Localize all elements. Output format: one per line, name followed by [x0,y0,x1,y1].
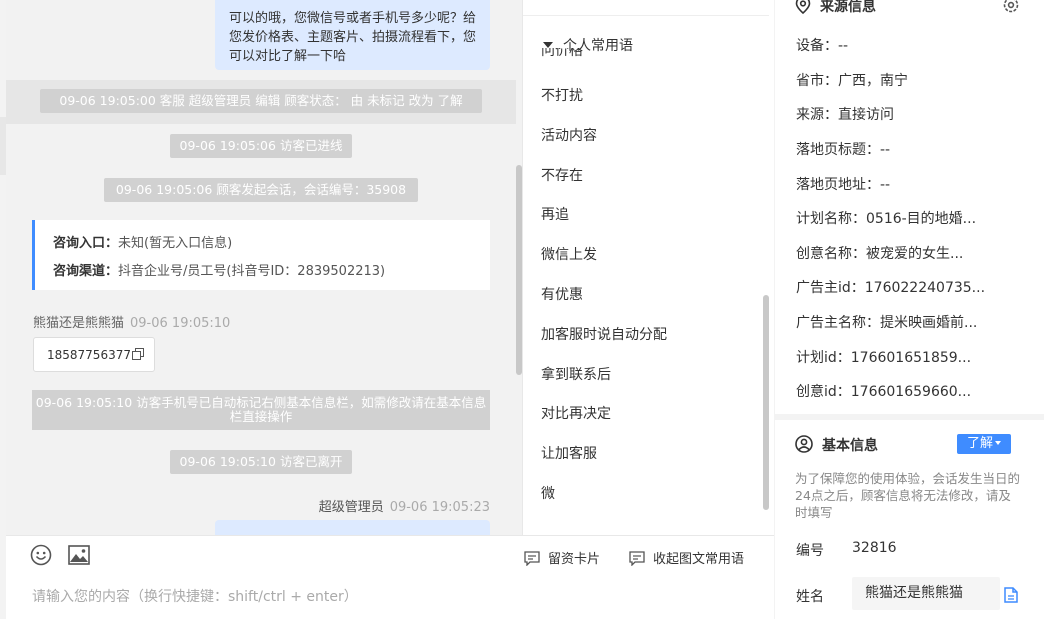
agent-name: 超级管理员 [318,500,384,515]
location-pin-icon [795,0,811,15]
agent-message-time: 09-06 19:05:23 [389,500,490,515]
visitor-message-time: 09-06 19:05:10 [130,316,231,331]
consult-channel-row: 咨询渠道：抖音企业号/员工号(抖音号ID：2839502213) [53,258,490,286]
visitor-phone-bubble: 18587756377 [33,337,155,372]
source-landing-title: 落地页标题：-- [796,142,891,158]
user-icon [795,435,813,453]
phrase-item[interactable]: 不打扰 [541,85,583,105]
agent-message-bubble: 可以的哦，您微信号或者手机号多少呢？给您发价格表、主题客片、拍摄流程看下，您可以… [215,0,490,70]
name-label: 姓名 [796,589,824,605]
customer-status-label: 了解 [966,436,993,451]
message-input-area: 留资卡片 收起图文常用语 请输入您的内容（换行快捷键：shift/ctrl + … [6,535,774,619]
image-icon[interactable] [68,545,90,565]
source-landing-url: 落地页地址：-- [796,177,891,193]
phrases-scrollbar[interactable] [763,295,769,510]
phrase-group-label: 个人常用语 [563,38,633,54]
collapse-phrases-label: 收起图文常用语 [653,552,745,567]
phrases-top-divider [523,15,769,16]
basic-info-header: 基本信息 [795,435,878,455]
customer-info-panel: 来源信息 设备：-- 省市：广西，南宁 来源：直接访问 落地页标题：-- 落地页… [775,0,1044,619]
visitor-phone: 18587756377 [47,348,131,362]
emoji-icon[interactable] [30,544,52,566]
collapse-phrases-button[interactable]: 收起图文常用语 [629,548,744,567]
phrase-item[interactable]: 对比再决定 [541,403,611,423]
phrase-item[interactable]: 微信上发 [541,244,597,264]
source-origin: 来源：直接访问 [796,107,894,123]
phrase-item[interactable]: 再追 [541,204,569,224]
source-info-title: 来源信息 [820,0,876,15]
visitor-sender-line: 熊猫还是熊熊猫 09-06 19:05:10 [33,312,230,331]
source-plan-id: 计划id：176601651859... [796,350,972,366]
phrase-item[interactable]: 微 [541,483,555,503]
phrase-item[interactable]: 拿到联系后 [541,364,611,384]
system-message-entered: 09-06 19:05:06 访客已进线 [170,134,352,158]
agent-message-text: 可以的哦，您微信号或者手机号多少呢？给您发价格表、主题客片、拍摄流程看下，您可以… [229,11,477,64]
phrase-item[interactable]: 让加客服 [541,443,597,463]
agent-message-bubble-partial [215,520,490,535]
system-message-phone-marked: 09-06 19:05:10 访客手机号已自动标记右侧基本信息栏，如需修改请在基… [32,390,490,430]
source-advertiser-id: 广告主id：176022240735... [796,280,986,296]
phrase-item[interactable]: 不存在 [541,165,583,185]
consult-channel-label: 咨询渠道： [53,264,119,279]
edit-notice: 为了保障您的使用体验，会话发生当日的24点之后，顾客信息将无法修改，请及时填写 [795,471,1021,520]
phrase-item[interactable]: 加客服时说自动分配 [541,324,667,344]
message-input[interactable]: 请输入您的内容（换行快捷键：shift/ctrl + enter） [32,586,358,606]
customer-status-dropdown[interactable]: 了解 [957,434,1011,454]
caret-down-icon [543,42,553,48]
phrase-item[interactable]: 有优惠 [541,284,583,304]
source-creative-id: 创意id：176601659660... [796,384,972,400]
chat-messages-panel[interactable]: 可以的哦，您微信号或者手机号多少呢？给您发价格表、主题客片、拍摄流程看下，您可以… [6,0,522,535]
system-message-left: 09-06 19:05:10 访客已离开 [170,450,352,474]
visitor-name: 熊猫还是熊熊猫 [33,316,125,331]
settings-icon[interactable] [1002,0,1020,14]
phrase-item[interactable]: 活动内容 [541,125,597,145]
source-info-header: 来源信息 [795,0,876,16]
document-icon[interactable] [1004,587,1018,603]
source-plan-name: 计划名称：0516-目的地婚... [796,211,977,227]
system-message-status-change: 09-06 19:05:00 客服 超级管理员 编辑 顾客状态： 由 未标记 改… [40,89,482,113]
lead-card-label: 留资卡片 [548,552,601,567]
id-value: 32816 [852,540,897,556]
card-icon [524,551,540,567]
caret-down-icon [995,441,1001,445]
source-creative-name: 创意名称：被宠爱的女生... [796,246,964,262]
lead-card-button[interactable]: 留资卡片 [524,548,600,567]
section-divider [775,414,1044,420]
source-advertiser-name: 广告主名称：提米映画婚前... [796,315,978,331]
common-phrases-panel: 问价格 个人常用语 不打扰 活动内容 不存在 再追 微信上发 有优惠 加客服时说… [522,0,774,535]
system-message-session: 09-06 19:05:06 顾客发起会话，会话编号：35908 [104,178,418,202]
phrase-group-header[interactable]: 个人常用语 [543,35,633,55]
consult-entry-value: 未知(暂无入口信息) [118,236,233,251]
consult-entry-row: 咨询入口：未知(暂无入口信息) [53,230,490,258]
source-city: 省市：广西，南宁 [796,73,908,89]
name-field[interactable]: 熊猫还是熊熊猫 [852,577,1000,610]
agent-sender-line: 超级管理员 09-06 19:05:23 [319,496,490,515]
consult-channel-value: 抖音企业号/员工号(抖音号ID：2839502213) [118,264,386,279]
consult-entry-label: 咨询入口： [53,236,119,251]
copy-icon[interactable] [131,348,144,360]
basic-info-title: 基本信息 [822,438,878,454]
phrases-icon [629,551,645,567]
id-label: 编号 [796,543,824,559]
consult-info-card: 咨询入口：未知(暂无入口信息) 咨询渠道：抖音企业号/员工号(抖音号ID：283… [32,220,490,290]
source-device: 设备：-- [796,38,849,54]
